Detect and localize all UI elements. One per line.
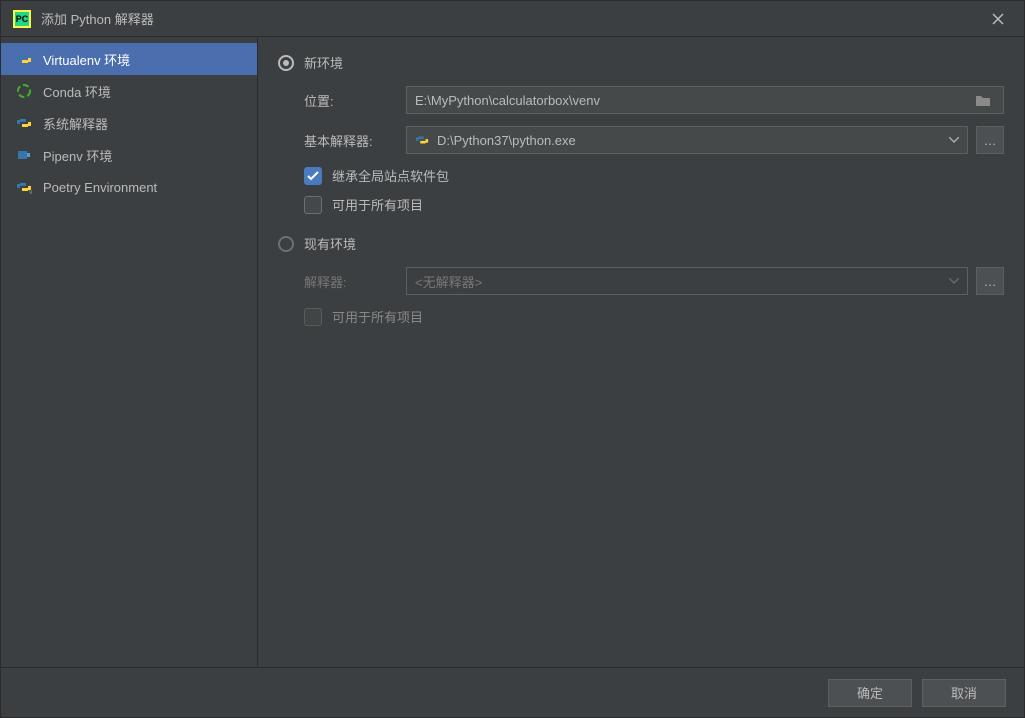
location-label: 位置: [304, 91, 406, 110]
sidebar-item-label: Conda 环境 [43, 82, 111, 101]
browse-button[interactable]: … [976, 126, 1004, 154]
interpreter-label: 解释器: [304, 272, 406, 291]
poetry-icon: v [15, 178, 33, 196]
svg-text:v: v [29, 189, 32, 195]
pipenv-icon [15, 146, 33, 164]
dialog-body: Virtualenv 环境 Conda 环境 系统解释器 Pipenv 环境 [1, 37, 1024, 667]
sidebar-item-label: Poetry Environment [43, 180, 157, 195]
close-button[interactable] [984, 9, 1012, 29]
main-panel: 新环境 位置: E:\MyPython\calculatorbox\venv 基… [258, 37, 1024, 667]
new-env-form: 位置: E:\MyPython\calculatorbox\venv 基本解释器… [278, 86, 1004, 224]
sidebar-item-label: Virtualenv 环境 [43, 50, 130, 69]
interpreter-value: <无解释器> [415, 272, 949, 291]
sidebar-item-virtualenv[interactable]: Virtualenv 环境 [1, 43, 257, 75]
base-label: 基本解释器: [304, 131, 406, 150]
sidebar-item-conda[interactable]: Conda 环境 [1, 75, 257, 107]
browse-button[interactable]: … [976, 267, 1004, 295]
dialog-window: PC 添加 Python 解释器 Virtualenv 环境 Conda 环境 [0, 0, 1025, 718]
location-value: E:\MyPython\calculatorbox\venv [415, 93, 971, 108]
inherit-checkbox[interactable] [304, 167, 322, 185]
window-title: 添加 Python 解释器 [41, 9, 154, 28]
ellipsis-icon: … [984, 133, 997, 148]
cancel-button[interactable]: 取消 [922, 679, 1006, 707]
inherit-checkbox-row[interactable]: 继承全局站点软件包 [304, 166, 1004, 185]
base-value: D:\Python37\python.exe [437, 133, 949, 148]
radio-existing-env[interactable] [278, 236, 294, 252]
location-input[interactable]: E:\MyPython\calculatorbox\venv [406, 86, 1004, 114]
base-interpreter-row: 基本解释器: D:\Python37\python.exe … [304, 126, 1004, 154]
sidebar-item-label: Pipenv 环境 [43, 146, 112, 165]
python-icon [15, 50, 33, 68]
available-all-checkbox[interactable] [304, 196, 322, 214]
sidebar-item-system[interactable]: 系统解释器 [1, 107, 257, 139]
inherit-label: 继承全局站点软件包 [332, 166, 449, 185]
interpreter-row: 解释器: <无解释器> … [304, 267, 1004, 295]
ellipsis-icon: … [984, 274, 997, 289]
chevron-down-icon [949, 137, 959, 143]
available-all-checkbox-2 [304, 308, 322, 326]
sidebar-item-label: 系统解释器 [43, 114, 108, 133]
folder-icon[interactable] [971, 93, 995, 107]
python-icon [415, 133, 429, 147]
radio-new-env[interactable] [278, 55, 294, 71]
available-all-checkbox-row[interactable]: 可用于所有项目 [304, 195, 1004, 214]
existing-env-form: 解释器: <无解释器> … 可用于所有项目 [278, 267, 1004, 336]
base-interpreter-dropdown[interactable]: D:\Python37\python.exe [406, 126, 968, 154]
sidebar-item-poetry[interactable]: v Poetry Environment [1, 171, 257, 203]
existing-env-label: 现有环境 [304, 234, 356, 253]
chevron-down-icon [949, 278, 959, 284]
footer: 确定 取消 [1, 667, 1024, 717]
sidebar: Virtualenv 环境 Conda 环境 系统解释器 Pipenv 环境 [1, 37, 258, 667]
titlebar: PC 添加 Python 解释器 [1, 1, 1024, 37]
available-all-label-2: 可用于所有项目 [332, 307, 423, 326]
existing-env-radio-row[interactable]: 现有环境 [278, 234, 1004, 253]
sidebar-item-pipenv[interactable]: Pipenv 环境 [1, 139, 257, 171]
conda-icon [15, 82, 33, 100]
location-row: 位置: E:\MyPython\calculatorbox\venv [304, 86, 1004, 114]
available-all-label: 可用于所有项目 [332, 195, 423, 214]
python-icon [15, 114, 33, 132]
new-env-radio-row[interactable]: 新环境 [278, 53, 1004, 72]
ok-button[interactable]: 确定 [828, 679, 912, 707]
pycharm-icon: PC [13, 10, 31, 28]
available-all-checkbox-row-2: 可用于所有项目 [304, 307, 1004, 326]
new-env-label: 新环境 [304, 53, 343, 72]
interpreter-dropdown[interactable]: <无解释器> [406, 267, 968, 295]
